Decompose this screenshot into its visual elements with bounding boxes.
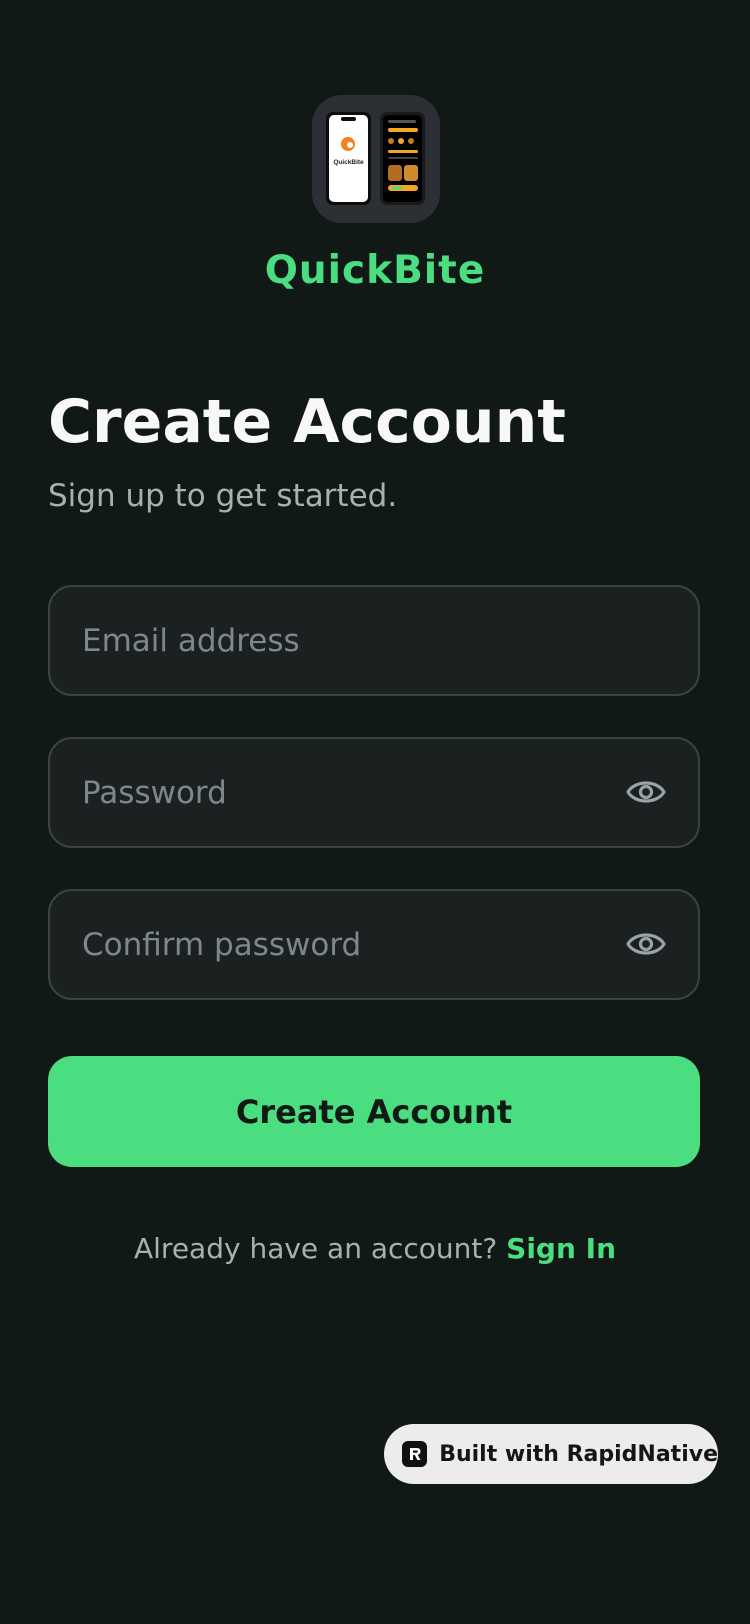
sign-in-link[interactable]: Sign In — [506, 1232, 616, 1265]
built-with-label: Built with RapidNative — [439, 1441, 718, 1467]
email-field[interactable] — [82, 587, 602, 694]
app-screens-icon: QuickBite — [326, 112, 425, 205]
confirm-password-field-container — [48, 889, 700, 1000]
app-brand-name: QuickBite — [264, 248, 486, 293]
signin-prompt-text: Already have an account? — [133, 1232, 498, 1265]
email-field-container — [48, 585, 700, 696]
rapidnative-logo-icon — [402, 1441, 428, 1467]
page-subtitle: Sign up to get started. — [48, 478, 398, 514]
password-field-container — [48, 737, 700, 848]
eye-icon[interactable] — [626, 927, 666, 961]
built-with-badge[interactable]: Built with RapidNative — [384, 1424, 718, 1484]
password-field[interactable] — [82, 739, 602, 846]
logo-inner-text: QuickBite — [333, 159, 364, 166]
create-account-button[interactable]: Create Account — [48, 1056, 700, 1167]
confirm-password-field[interactable] — [82, 891, 602, 998]
app-logo: QuickBite — [312, 95, 440, 223]
page-title: Create Account — [48, 387, 566, 457]
signin-prompt-row: Already have an account? Sign In — [0, 1232, 750, 1265]
eye-icon[interactable] — [626, 775, 666, 809]
